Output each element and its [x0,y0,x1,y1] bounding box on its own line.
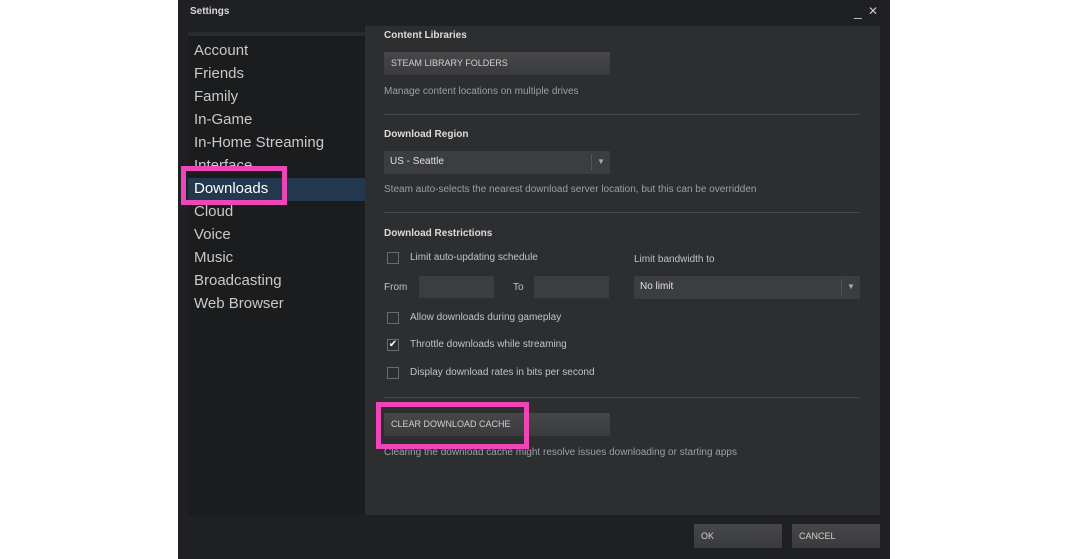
divider [384,397,859,398]
region-value: US - Seattle [390,156,444,167]
sidebar-item-family[interactable]: Family [194,85,238,108]
sidebar-item-music[interactable]: Music [194,246,233,269]
allow-gameplay-checkbox[interactable] [387,312,399,324]
highlight-downloads [181,166,287,205]
sidebar-item-account[interactable]: Account [194,39,248,62]
sidebar-item-web-browser[interactable]: Web Browser [194,292,284,315]
close-button[interactable]: ✕ [868,4,878,18]
settings-window: Settings _ ✕ Account Friends Family In-G… [178,0,890,559]
bandwidth-value: No limit [640,281,674,292]
content-libraries-heading: Content Libraries [384,30,467,41]
schedule-checkbox[interactable] [387,252,399,264]
sidebar-item-voice[interactable]: Voice [194,223,231,246]
download-region-heading: Download Region [384,129,469,140]
checkmark-icon: ✔ [388,339,398,350]
highlight-clear-cache [376,402,529,449]
sidebar-item-in-home-streaming[interactable]: In-Home Streaming [194,131,324,154]
ok-button[interactable]: OK [694,524,782,548]
divider [384,114,859,115]
allow-gameplay-label: Allow downloads during gameplay [410,312,562,323]
chevron-down-icon: ▼ [591,154,610,170]
bandwidth-select[interactable]: No limit ▼ [634,276,860,299]
from-label: From [384,282,408,293]
download-restrictions-heading: Download Restrictions [384,228,493,239]
bits-per-second-label: Display download rates in bits per secon… [410,367,595,378]
minimize-button[interactable]: _ [854,3,862,19]
to-label: To [513,282,524,293]
download-region-select[interactable]: US - Seattle ▼ [384,151,610,174]
divider [384,212,859,213]
chevron-down-icon: ▼ [841,279,860,295]
sidebar-item-friends[interactable]: Friends [194,62,244,85]
bandwidth-label: Limit bandwidth to [634,254,715,265]
sidebar: Account Friends Family In-Game In-Home S… [188,32,365,515]
bits-per-second-checkbox[interactable] [387,367,399,379]
from-time-input[interactable] [419,276,494,298]
libraries-description: Manage content locations on multiple dri… [384,86,579,97]
region-description: Steam auto-selects the nearest download … [384,184,757,195]
throttle-streaming-checkbox[interactable]: ✔ [387,339,399,351]
steam-library-folders-button[interactable]: STEAM LIBRARY FOLDERS [384,52,610,75]
schedule-label: Limit auto-updating schedule [410,252,538,263]
to-time-input[interactable] [534,276,609,298]
throttle-streaming-label: Throttle downloads while streaming [410,339,567,350]
sidebar-item-broadcasting[interactable]: Broadcasting [194,269,282,292]
cancel-button[interactable]: CANCEL [792,524,880,548]
sidebar-item-in-game[interactable]: In-Game [194,108,252,131]
window-title: Settings [190,6,230,17]
